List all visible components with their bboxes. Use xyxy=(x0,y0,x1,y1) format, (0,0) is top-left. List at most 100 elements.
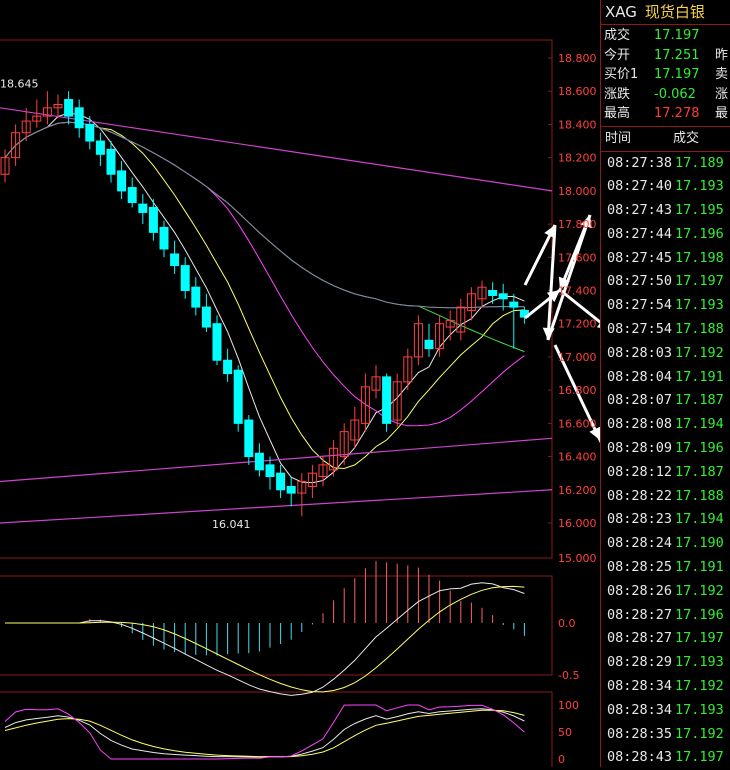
price-column-header: 成交 xyxy=(673,127,699,151)
candle-body xyxy=(96,141,104,154)
candle-body xyxy=(224,360,232,373)
tick-price: 17.192 xyxy=(675,723,724,747)
candle-body xyxy=(107,149,115,174)
tick-time: 08:28:22 xyxy=(607,485,672,509)
tick-price: 17.194 xyxy=(675,508,724,532)
tick-row[interactable]: 08:28:3417.193 xyxy=(601,699,730,723)
tick-price: 17.190 xyxy=(675,532,724,556)
tick-row[interactable]: 08:28:3517.192 xyxy=(601,723,730,747)
kdj-tick-label: 0 xyxy=(558,753,565,766)
tick-row[interactable]: 08:28:0717.187 xyxy=(601,389,730,413)
tick-time: 08:28:35 xyxy=(607,723,672,747)
tick-price: 17.192 xyxy=(675,675,724,699)
candle-body xyxy=(202,307,210,327)
candle-body xyxy=(383,377,391,424)
tick-time: 08:28:24 xyxy=(607,532,672,556)
quote-value: 17.197 xyxy=(654,26,700,46)
y-tick-label: 17.800 xyxy=(558,218,597,231)
tick-row[interactable]: 08:27:5417.193 xyxy=(601,294,730,318)
tick-list[interactable]: 08:27:3817.18908:27:4017.19308:27:4317.1… xyxy=(601,152,730,770)
quote-summary: 成交17.197今开17.251昨买价117.197卖涨跌-0.062涨最高17… xyxy=(601,25,730,127)
quote-label: 买价1 xyxy=(604,65,638,85)
ticks-header: 时间 成交 xyxy=(601,127,730,152)
candle-body xyxy=(75,108,83,128)
candle-body xyxy=(160,227,168,249)
tick-price: 17.193 xyxy=(675,651,724,675)
quote-extra-label: 卖 xyxy=(715,65,728,85)
y-tick-label: 16.000 xyxy=(558,517,597,530)
trend-line-middle xyxy=(0,438,552,481)
tick-row[interactable]: 08:28:2517.191 xyxy=(601,556,730,580)
y-tick-label: 18.200 xyxy=(558,152,597,165)
tick-time: 08:27:45 xyxy=(607,247,672,271)
tick-price: 17.193 xyxy=(675,294,724,318)
candle-body xyxy=(489,291,497,296)
y-tick-label: 18.000 xyxy=(558,185,597,198)
price-annotation: 16.041 xyxy=(212,518,251,531)
tick-row[interactable]: 08:28:2717.197 xyxy=(601,627,730,651)
candle-body xyxy=(171,254,179,266)
tick-time: 08:28:03 xyxy=(607,342,672,366)
tick-row[interactable]: 08:27:3817.189 xyxy=(601,152,730,176)
tick-price: 17.188 xyxy=(675,485,724,509)
tick-row[interactable]: 08:27:5417.188 xyxy=(601,318,730,342)
tick-time: 08:27:40 xyxy=(607,175,672,199)
candle-body xyxy=(213,324,221,361)
tick-row[interactable]: 08:28:2317.194 xyxy=(601,508,730,532)
trend-line-lower xyxy=(0,490,552,523)
quote-row: 成交17.197 xyxy=(601,26,730,46)
tick-row[interactable]: 08:28:1217.187 xyxy=(601,461,730,485)
y-tick-label: 16.200 xyxy=(558,484,597,497)
quote-value: 17.251 xyxy=(654,46,700,66)
candle-body xyxy=(245,420,253,457)
tick-price: 17.198 xyxy=(675,247,724,271)
y-tick-label: 17.600 xyxy=(558,251,597,264)
quote-label: 涨跌 xyxy=(604,85,630,105)
y-tick-label: 16.600 xyxy=(558,417,597,430)
ma-line xyxy=(5,122,524,468)
candle-body xyxy=(118,171,126,191)
y-tick-label: 17.200 xyxy=(558,318,597,331)
candle-body xyxy=(181,266,189,291)
tick-price: 17.191 xyxy=(675,556,724,580)
tick-price: 17.192 xyxy=(675,580,724,604)
tick-row[interactable]: 08:28:0417.191 xyxy=(601,366,730,390)
y-tick-label: 18.800 xyxy=(558,52,597,65)
tick-time: 08:28:09 xyxy=(607,437,672,461)
tick-row[interactable]: 08:27:4317.195 xyxy=(601,199,730,223)
tick-price: 17.192 xyxy=(675,342,724,366)
tick-row[interactable]: 08:28:2417.190 xyxy=(601,532,730,556)
tick-time: 08:28:07 xyxy=(607,389,672,413)
time-column-header: 时间 xyxy=(605,127,631,151)
tick-row[interactable]: 08:27:4017.193 xyxy=(601,175,730,199)
macd-panel-frame xyxy=(0,576,552,675)
kdj-tick-label: 50 xyxy=(558,726,572,739)
quote-row: 涨跌-0.062涨 xyxy=(601,85,730,105)
quote-extra-label: 涨 xyxy=(715,85,728,105)
tick-time: 08:27:43 xyxy=(607,199,672,223)
macd-tick-label: -0.5 xyxy=(558,669,579,682)
tick-row[interactable]: 08:28:2917.193 xyxy=(601,651,730,675)
candle-body xyxy=(510,302,518,307)
tick-row[interactable]: 08:28:2617.192 xyxy=(601,580,730,604)
candle-body xyxy=(192,287,200,307)
tick-row[interactable]: 08:28:2217.188 xyxy=(601,485,730,509)
tick-time: 08:28:27 xyxy=(607,604,672,628)
tick-row[interactable]: 08:28:0817.194 xyxy=(601,413,730,437)
tick-row[interactable]: 08:28:3417.192 xyxy=(601,675,730,699)
tick-row[interactable]: 08:28:4317.197 xyxy=(601,746,730,770)
tick-price: 17.194 xyxy=(675,413,724,437)
tick-row[interactable]: 08:28:0917.196 xyxy=(601,437,730,461)
macd-line xyxy=(5,586,524,692)
tick-row[interactable]: 08:27:4517.198 xyxy=(601,247,730,271)
tick-row[interactable]: 08:28:2717.196 xyxy=(601,604,730,628)
candle-body xyxy=(149,207,157,232)
tick-row[interactable]: 08:28:0317.192 xyxy=(601,342,730,366)
macd-line xyxy=(5,583,524,696)
tick-time: 08:28:04 xyxy=(607,366,672,390)
y-tick-label: 17.000 xyxy=(558,351,597,364)
tick-price: 17.187 xyxy=(675,389,724,413)
tick-row[interactable]: 08:27:5017.197 xyxy=(601,270,730,294)
tick-time: 08:27:54 xyxy=(607,318,672,342)
tick-row[interactable]: 08:27:4417.196 xyxy=(601,223,730,247)
